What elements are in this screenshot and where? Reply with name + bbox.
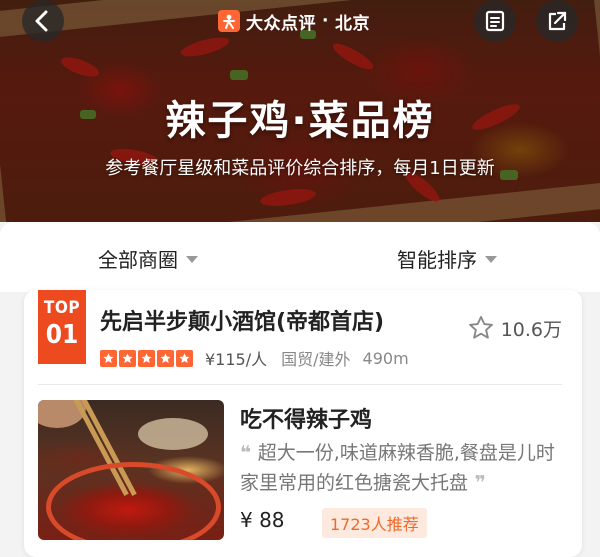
dish-description: ❝ 超大一份,味道麻辣香脆,餐盘是儿时家里常用的红色搪瓷大托盘 ❞ bbox=[240, 438, 560, 498]
dish-photo-bowl bbox=[138, 418, 208, 450]
caret-down-icon bbox=[186, 256, 198, 263]
list-icon bbox=[485, 10, 505, 32]
filter-bar: 全部商圈 智能排序 bbox=[0, 222, 600, 292]
shop-name[interactable]: 先启半步颠小酒馆(帝都首店) bbox=[100, 304, 384, 336]
caret-down-icon bbox=[485, 256, 497, 263]
page-subtitle: 参考餐厅星级和菜品评价综合排序，每月1日更新 bbox=[105, 158, 495, 179]
close-quote-icon: ❞ bbox=[468, 472, 486, 494]
rank-badge: TOP 01 bbox=[38, 290, 86, 364]
area-filter-label: 全部商圈 bbox=[98, 248, 178, 272]
sort-filter[interactable]: 智能排序 bbox=[397, 244, 497, 273]
star-filled-icon bbox=[119, 349, 136, 367]
recommend-count-badge: 1723人推荐 bbox=[322, 508, 427, 538]
city-name: 北京 bbox=[334, 13, 370, 34]
hero-banner: 大众点评 · 北京 辣子鸡·菜品榜 参考餐厅星级和菜品评价综合排序，每月1日更新 bbox=[0, 0, 600, 222]
open-quote-icon: ❝ bbox=[240, 442, 258, 464]
area-filter[interactable]: 全部商圈 bbox=[98, 244, 198, 273]
sort-filter-label: 智能排序 bbox=[397, 248, 477, 272]
page-title: 辣子鸡·菜品榜 bbox=[165, 98, 435, 144]
dish-photo[interactable] bbox=[38, 400, 224, 540]
business-area: 国贸/建外 bbox=[281, 350, 351, 369]
brand-name: 大众点评 bbox=[246, 13, 316, 34]
star-outline-icon bbox=[468, 315, 493, 339]
rank-label: TOP bbox=[43, 298, 81, 318]
back-button[interactable] bbox=[22, 0, 64, 42]
favorite-count: 10.6万 bbox=[500, 318, 562, 341]
star-filled-icon bbox=[100, 349, 117, 367]
distance: 490m bbox=[362, 348, 409, 368]
city-separator: · bbox=[322, 11, 329, 31]
dish-photo-plate bbox=[46, 462, 221, 540]
divider bbox=[38, 384, 562, 385]
back-icon bbox=[35, 10, 48, 32]
shop-meta: ¥115/人 国贸/建外 490m bbox=[100, 346, 409, 370]
rank-number: 01 bbox=[45, 320, 79, 350]
star-filled-icon bbox=[138, 349, 155, 367]
star-filled-icon bbox=[157, 349, 174, 367]
star-filled-icon bbox=[176, 349, 193, 367]
dish-name[interactable]: 吃不得辣子鸡 bbox=[240, 402, 372, 434]
favorite-button[interactable]: 10.6万 bbox=[467, 314, 562, 342]
share-icon bbox=[548, 11, 567, 31]
dianping-logo-icon bbox=[218, 10, 240, 32]
brand-header: 大众点评 · 北京 bbox=[218, 7, 370, 35]
avg-price: ¥115/人 bbox=[205, 350, 268, 369]
dish-price: ¥ 88 bbox=[240, 508, 285, 532]
share-button[interactable] bbox=[536, 0, 578, 42]
ranking-card[interactable]: TOP 01 先启半步颠小酒馆(帝都首店) ¥115/人 国贸/建外 490m … bbox=[24, 290, 582, 557]
list-button[interactable] bbox=[474, 0, 516, 42]
star-rating bbox=[100, 349, 195, 367]
dish-desc-text: 超大一份,味道麻辣香脆,餐盘是儿时家里常用的红色搪瓷大托盘 bbox=[240, 442, 555, 494]
